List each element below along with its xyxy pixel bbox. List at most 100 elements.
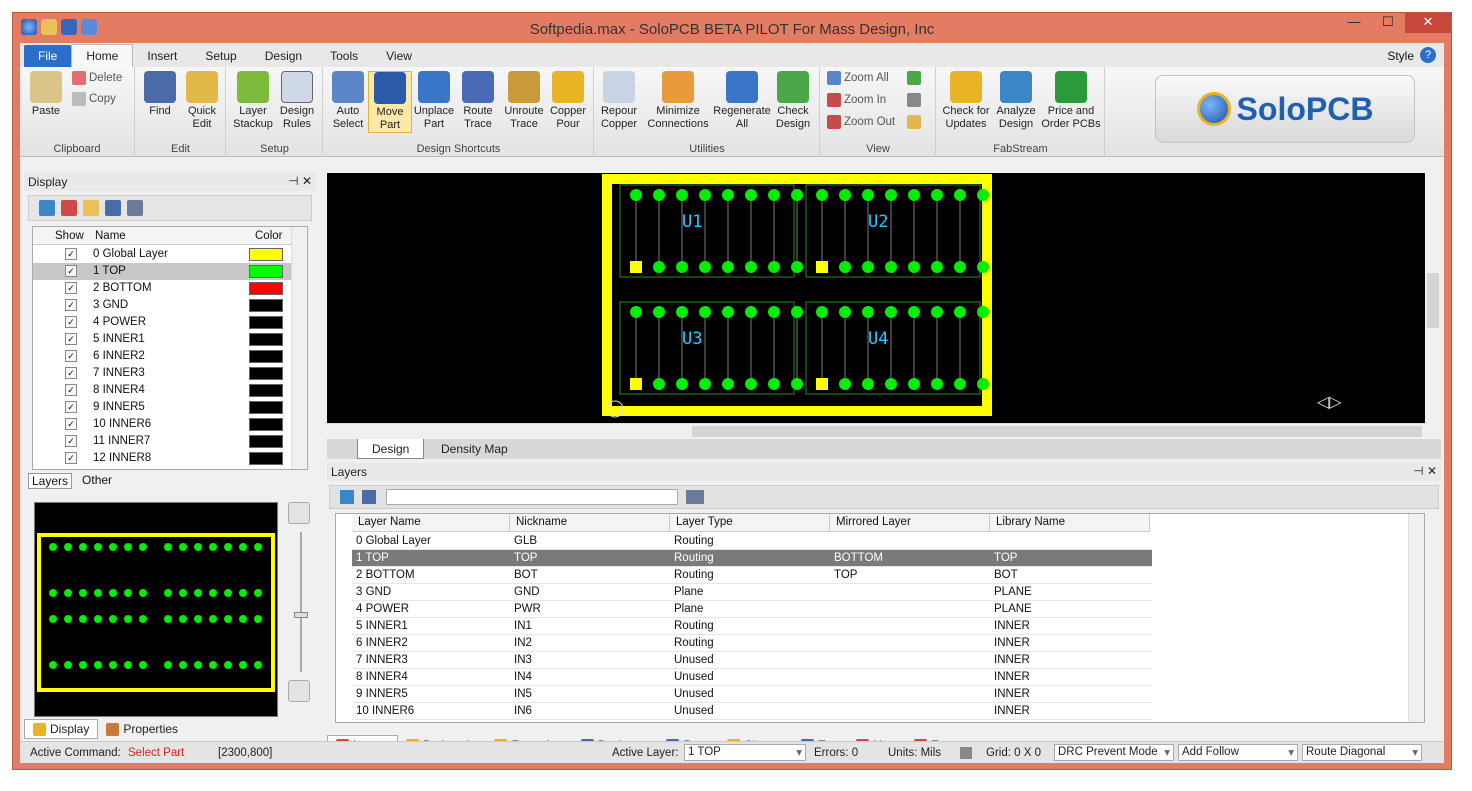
- layers-search-input[interactable]: [386, 489, 678, 505]
- layer-stackup-button[interactable]: Layer Stackup: [231, 71, 275, 131]
- table-row[interactable]: 2 BOTTOM BOT Routing TOP BOT: [352, 567, 1152, 584]
- zoom-slider-thumb[interactable]: [294, 612, 308, 618]
- copy-button[interactable]: Copy: [72, 92, 116, 106]
- table-row[interactable]: 8 INNER4 IN4 Unused INNER: [352, 669, 1152, 686]
- display-layer-row[interactable]: ✓ 7 INNER3: [33, 365, 293, 382]
- route-mode-select[interactable]: Route Diagonal: [1302, 744, 1422, 761]
- tab-setup[interactable]: Setup: [191, 45, 250, 67]
- view-options-icon[interactable]: [127, 200, 143, 216]
- paste-button[interactable]: Paste: [24, 71, 68, 118]
- table-row[interactable]: 3 GND GND Plane PLANE: [352, 584, 1152, 601]
- add-follow-select[interactable]: Add Follow: [1178, 744, 1298, 761]
- layer-color-swatch[interactable]: [249, 265, 283, 278]
- show-checkbox[interactable]: ✓: [65, 452, 77, 464]
- table-row[interactable]: 5 INNER1 IN1 Routing INNER: [352, 618, 1152, 635]
- show-checkbox[interactable]: ✓: [65, 435, 77, 447]
- tab-density-map[interactable]: Density Map: [427, 439, 522, 459]
- display-layer-row[interactable]: ✓ 1 TOP: [33, 263, 293, 280]
- check-design-button[interactable]: Check Design: [771, 71, 815, 131]
- regenerate-all-button[interactable]: Regenerate All: [713, 71, 771, 131]
- table-row[interactable]: 4 POWER PWR Plane PLANE: [352, 601, 1152, 618]
- check-updates-button[interactable]: Check for Updates: [941, 71, 991, 131]
- table-row[interactable]: 9 INNER5 IN5 Unused INNER: [352, 686, 1152, 703]
- display-grid-scrollbar[interactable]: [291, 227, 307, 469]
- show-checkbox[interactable]: ✓: [65, 316, 77, 328]
- show-checkbox[interactable]: ✓: [65, 333, 77, 345]
- display-layer-row[interactable]: ✓ 3 GND: [33, 297, 293, 314]
- zoom-all-button[interactable]: Zoom All: [827, 71, 889, 85]
- show-checkbox[interactable]: ✓: [65, 282, 77, 294]
- repour-copper-button[interactable]: Repour Copper: [597, 71, 641, 131]
- layer-color-swatch[interactable]: [249, 418, 283, 431]
- show-checkbox[interactable]: ✓: [65, 401, 77, 413]
- layer-color-swatch[interactable]: [249, 333, 283, 346]
- display-layer-row[interactable]: ✓ 11 INNER7: [33, 433, 293, 450]
- remove-icon[interactable]: [61, 200, 77, 216]
- show-checkbox[interactable]: ✓: [65, 418, 77, 430]
- display-layer-row[interactable]: ✓ 12 INNER8: [33, 450, 293, 467]
- delete-button[interactable]: Delete: [72, 71, 122, 85]
- unroute-trace-button[interactable]: Unroute Trace: [502, 71, 546, 131]
- display-layer-row[interactable]: ✓ 6 INNER2: [33, 348, 293, 365]
- auto-select-button[interactable]: Auto Select: [326, 71, 370, 131]
- table-row[interactable]: 10 INNER6 IN6 Unused INNER: [352, 703, 1152, 720]
- minimap[interactable]: [34, 502, 278, 717]
- layer-color-swatch[interactable]: [249, 384, 283, 397]
- display-layer-row[interactable]: ✓ 5 INNER1: [33, 331, 293, 348]
- footprint[interactable]: U1: [619, 184, 803, 278]
- tab-display[interactable]: Display: [24, 719, 99, 739]
- add-icon[interactable]: [340, 490, 354, 504]
- column-header[interactable]: Nickname: [510, 514, 670, 532]
- minimize-connections-button[interactable]: Minimize Connections: [645, 71, 711, 131]
- style-menu[interactable]: Style: [1387, 49, 1414, 63]
- save-icon[interactable]: [105, 200, 121, 216]
- zoom-slider[interactable]: [294, 532, 308, 672]
- analyze-design-button[interactable]: Analyze Design: [993, 71, 1039, 131]
- layer-color-swatch[interactable]: [249, 299, 283, 312]
- help-icon[interactable]: ?: [1420, 47, 1436, 63]
- layer-color-swatch[interactable]: [249, 350, 283, 363]
- copper-pour-button[interactable]: Copper Pour: [546, 71, 590, 131]
- table-row[interactable]: 1 TOP TOP Routing BOTTOM TOP: [352, 550, 1152, 567]
- window-layout-button[interactable]: [907, 93, 921, 107]
- tab-design[interactable]: Design: [251, 45, 316, 67]
- show-checkbox[interactable]: ✓: [65, 384, 77, 396]
- zoom-out-button[interactable]: Zoom Out: [827, 115, 895, 129]
- show-checkbox[interactable]: ✓: [65, 367, 77, 379]
- footprint[interactable]: U3: [619, 301, 803, 395]
- route-trace-button[interactable]: Route Trace: [456, 71, 500, 131]
- active-layer-select[interactable]: 1 TOP: [684, 744, 806, 761]
- zoom-out-icon[interactable]: [288, 680, 310, 702]
- layer-color-swatch[interactable]: [249, 282, 283, 295]
- layer-color-swatch[interactable]: [249, 316, 283, 329]
- tab-home[interactable]: Home: [71, 44, 134, 67]
- move-part-button[interactable]: Move Part: [368, 71, 412, 133]
- folder-icon[interactable]: [83, 200, 99, 216]
- column-header[interactable]: Mirrored Layer: [830, 514, 990, 532]
- table-row[interactable]: 6 INNER2 IN2 Routing INNER: [352, 635, 1152, 652]
- display-layer-row[interactable]: ✓ 10 INNER6: [33, 416, 293, 433]
- tab-view[interactable]: View: [372, 45, 426, 67]
- drc-mode-select[interactable]: DRC Prevent Mode: [1054, 744, 1174, 761]
- column-header[interactable]: Layer Type: [670, 514, 830, 532]
- tab-other[interactable]: Other: [82, 473, 112, 489]
- design-rules-button[interactable]: Design Rules: [275, 71, 319, 131]
- layers-table-scrollbar[interactable]: [1408, 514, 1424, 722]
- show-checkbox[interactable]: ✓: [65, 265, 77, 277]
- tab-tools[interactable]: Tools: [316, 45, 372, 67]
- footprint[interactable]: U2: [805, 184, 989, 278]
- binoculars-icon[interactable]: [362, 490, 376, 504]
- table-row[interactable]: 7 INNER3 IN3 Unused INNER: [352, 652, 1152, 669]
- layer-color-swatch[interactable]: [249, 452, 283, 465]
- table-row[interactable]: 0 Global Layer GLB Routing: [352, 533, 1152, 550]
- display-layer-row[interactable]: ✓ 4 POWER: [33, 314, 293, 331]
- pin-close-icons[interactable]: ⊣ ✕: [1413, 464, 1437, 478]
- tab-insert[interactable]: Insert: [133, 45, 191, 67]
- design-canvas[interactable]: U1 U2 U3 U4 ◁▷: [327, 173, 1441, 423]
- unplace-part-button[interactable]: Unplace Part: [412, 71, 456, 131]
- show-checkbox[interactable]: ✓: [65, 350, 77, 362]
- display-layer-row[interactable]: ✓ 8 INNER4: [33, 382, 293, 399]
- display-layer-row[interactable]: ✓ 0 Global Layer: [33, 246, 293, 263]
- layer-color-swatch[interactable]: [249, 401, 283, 414]
- tab-file[interactable]: File: [24, 45, 72, 67]
